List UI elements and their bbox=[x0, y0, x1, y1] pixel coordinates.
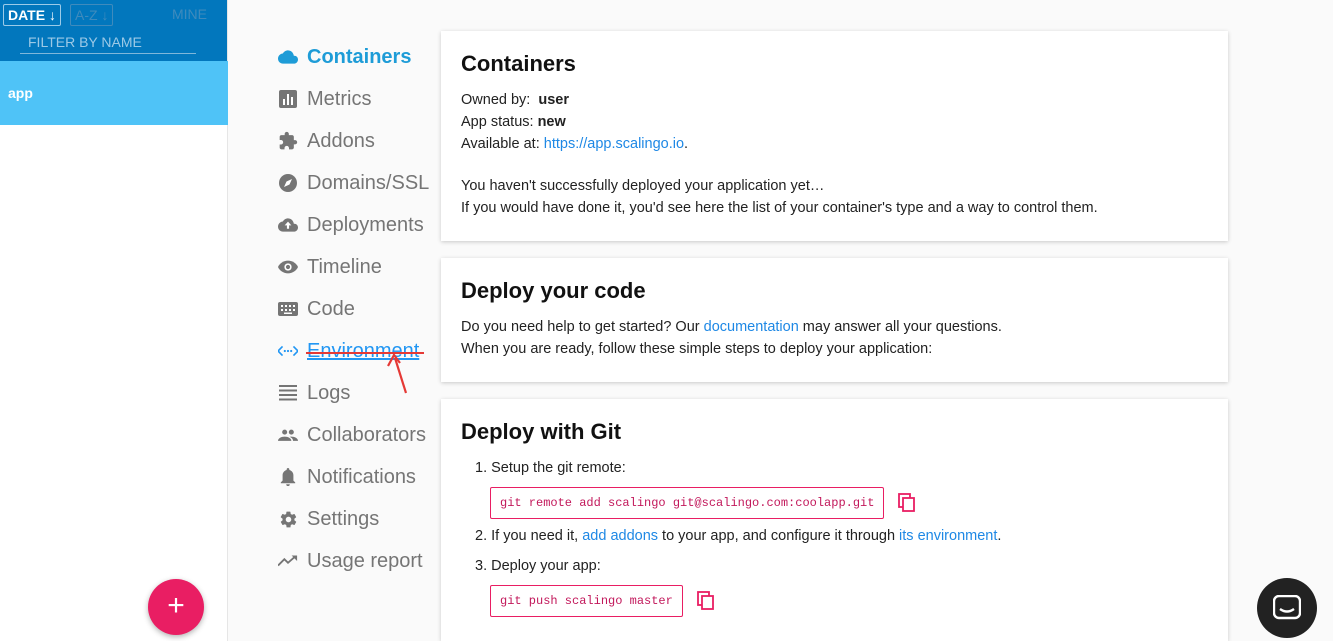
documentation-link[interactable]: documentation bbox=[704, 319, 799, 335]
git-remote-command-box: git remote add scalingo git@scalingo.com… bbox=[461, 479, 1208, 525]
git-remote-command[interactable]: git remote add scalingo git@scalingo.com… bbox=[490, 487, 885, 519]
copy-icon[interactable] bbox=[696, 591, 715, 611]
sort-alphabetical-button[interactable]: A-Z ↓ bbox=[70, 4, 114, 26]
app-list-panel: DATE ↓ A-Z ↓ MINE FILTER BY NAME app + bbox=[0, 0, 228, 641]
add-addons-link[interactable]: add addons bbox=[582, 528, 658, 544]
nav-item-timeline[interactable]: Timeline bbox=[278, 246, 438, 288]
git-step-2-pre: 2. If you need it, bbox=[475, 528, 579, 544]
deploy-git-card: Deploy with Git 1. Setup the git remote:… bbox=[441, 399, 1228, 641]
git-step-3: 3. Deploy your app: bbox=[475, 558, 601, 574]
chat-support-button[interactable] bbox=[1257, 578, 1317, 638]
filter-by-name-input[interactable]: FILTER BY NAME bbox=[20, 32, 196, 54]
git-push-command[interactable]: git push scalingo master bbox=[490, 585, 683, 617]
nav-label: Timeline bbox=[307, 255, 382, 278]
nav-label: Collaborators bbox=[307, 423, 426, 446]
lines-icon bbox=[278, 383, 298, 403]
nav-label: Code bbox=[307, 297, 355, 320]
containers-hint-text: If you would have done it, you'd see her… bbox=[461, 200, 1098, 216]
owned-by-value: user bbox=[538, 92, 570, 108]
deploy-steps-intro: When you are ready, follow these simple … bbox=[461, 341, 933, 357]
deploy-git-title: Deploy with Git bbox=[461, 419, 622, 444]
git-push-command-box: git push scalingo master bbox=[461, 577, 1208, 623]
nav-item-notifications[interactable]: Notifications bbox=[278, 456, 438, 498]
app-status-value: new bbox=[537, 114, 566, 130]
deploy-help-line: Do you need help to get started? Our doc… bbox=[461, 316, 1208, 338]
owned-by-line: Owned by: user bbox=[461, 89, 1208, 111]
deploy-help-pre: Do you need help to get started? Our bbox=[461, 319, 700, 335]
git-step-2: 2. If you need it, add addons to your ap… bbox=[475, 525, 1208, 547]
nav-label: Notifications bbox=[307, 465, 416, 488]
compass-icon bbox=[278, 173, 298, 193]
nav-item-usage-report[interactable]: Usage report bbox=[278, 540, 438, 582]
deploy-code-card: Deploy your code Do you need help to get… bbox=[441, 258, 1228, 382]
puzzle-icon bbox=[278, 131, 298, 151]
nav-item-settings[interactable]: Settings bbox=[278, 498, 438, 540]
nav-item-domains[interactable]: Domains/SSL bbox=[278, 162, 438, 204]
nav-label: Settings bbox=[307, 507, 380, 530]
available-at-line: Available at: https://app.scalingo.io. bbox=[461, 136, 689, 152]
git-step-2-mid: to your app, and configure it through bbox=[662, 528, 896, 544]
nav-item-deployments[interactable]: Deployments bbox=[278, 204, 438, 246]
app-nav: Containers Metrics Addons Domains/SSL De… bbox=[278, 36, 438, 582]
nav-label: Containers bbox=[307, 45, 412, 68]
upload-cloud-icon bbox=[278, 215, 298, 235]
eye-icon bbox=[278, 257, 298, 277]
app-status-line: App status: new bbox=[461, 111, 1208, 133]
not-deployed-text: You haven't successfully deployed your a… bbox=[461, 178, 825, 194]
chart-icon bbox=[278, 89, 298, 109]
sort-by-date-button[interactable]: DATE ↓ bbox=[3, 4, 61, 26]
nav-label: Logs bbox=[307, 381, 351, 404]
containers-card: Containers Owned by: user App status: ne… bbox=[441, 31, 1228, 241]
deploy-help-post: may answer all your questions. bbox=[802, 319, 1002, 335]
its-environment-link[interactable]: its environment bbox=[899, 528, 997, 544]
annotation-arrow-icon bbox=[387, 352, 408, 394]
owned-by-label: Owned by: bbox=[461, 92, 531, 108]
code-icon bbox=[278, 341, 298, 361]
app-list-item[interactable]: app bbox=[0, 61, 228, 125]
nav-item-containers[interactable]: Containers bbox=[278, 36, 438, 78]
git-step-1: 1. Setup the git remote: bbox=[475, 460, 626, 476]
cloud-icon bbox=[278, 47, 298, 67]
git-step-2-post: . bbox=[997, 528, 1002, 544]
containers-title: Containers bbox=[461, 51, 576, 76]
people-icon bbox=[278, 425, 298, 445]
chat-icon bbox=[1273, 595, 1301, 620]
add-app-button[interactable]: + bbox=[148, 579, 204, 635]
app-list-header: DATE ↓ A-Z ↓ MINE FILTER BY NAME bbox=[0, 0, 227, 61]
gear-icon bbox=[278, 509, 298, 529]
available-at-label: Available at: bbox=[461, 136, 540, 152]
nav-item-metrics[interactable]: Metrics bbox=[278, 78, 438, 120]
nav-label: Usage report bbox=[307, 549, 423, 572]
app-status-label: App status: bbox=[461, 114, 534, 130]
bell-icon bbox=[278, 467, 298, 487]
app-url-link[interactable]: https://app.scalingo.io bbox=[544, 136, 684, 152]
mine-filter-toggle[interactable]: MINE bbox=[172, 6, 207, 22]
nav-label: Metrics bbox=[307, 87, 372, 110]
trending-icon bbox=[278, 551, 298, 571]
nav-item-code[interactable]: Code bbox=[278, 288, 438, 330]
nav-item-addons[interactable]: Addons bbox=[278, 120, 438, 162]
keyboard-icon bbox=[278, 299, 298, 319]
copy-icon[interactable] bbox=[898, 493, 916, 513]
nav-label: Deployments bbox=[307, 213, 424, 236]
nav-item-logs[interactable]: Logs bbox=[278, 372, 438, 414]
nav-label: Addons bbox=[307, 129, 375, 152]
nav-label: Domains/SSL bbox=[307, 171, 430, 194]
nav-item-collaborators[interactable]: Collaborators bbox=[278, 414, 438, 456]
nav-item-environment[interactable]: Environment bbox=[278, 330, 438, 372]
deploy-code-title: Deploy your code bbox=[461, 278, 646, 303]
